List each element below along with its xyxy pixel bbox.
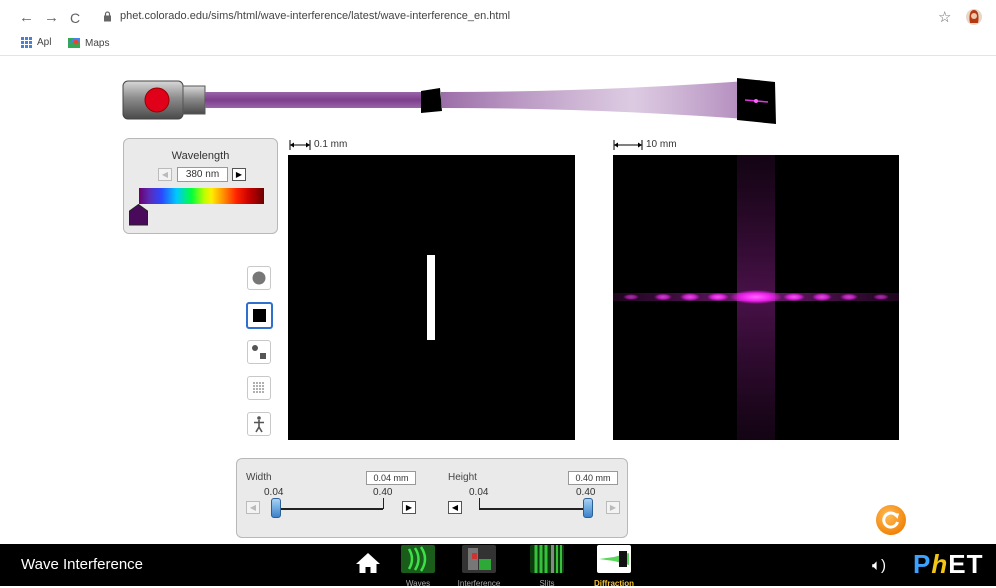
- address-bar[interactable]: phet.colorado.edu/sims/html/wave-interfe…: [120, 10, 510, 22]
- scale-bar-icon: [289, 139, 311, 150]
- central-maximum: [730, 290, 782, 304]
- back-icon[interactable]: ←: [19, 9, 34, 26]
- waves-screen-icon: [401, 545, 435, 573]
- maps-icon: [68, 38, 80, 48]
- bookmark-label: Apl: [37, 37, 52, 48]
- sim-navigation-bar: Wave Interference Waves Interference Sli…: [0, 544, 996, 588]
- shape-figure-button[interactable]: [247, 412, 271, 436]
- sound-toggle-icon[interactable]: 🔈︎): [872, 557, 886, 574]
- height-title: Height: [448, 472, 477, 483]
- rectangle-shape-icon: [253, 309, 266, 322]
- profile-avatar-icon[interactable]: [965, 8, 983, 26]
- laser-apparatus: [122, 78, 776, 124]
- width-max-label: 0.40: [373, 487, 393, 498]
- width-slider-thumb[interactable]: [271, 498, 281, 518]
- aperture-screen: [288, 155, 575, 440]
- tab-interference[interactable]: Interference: [456, 545, 502, 588]
- height-slider-track[interactable]: [479, 508, 587, 510]
- shape-lattice-button[interactable]: [247, 376, 271, 400]
- pattern-scale-label: 10 mm: [646, 139, 677, 150]
- width-decrease-button[interactable]: ◀: [246, 501, 260, 514]
- reload-icon[interactable]: C: [70, 10, 80, 26]
- fringe-order-minus-2: [707, 293, 729, 301]
- fringe-order-minus-5: [623, 294, 639, 300]
- home-icon[interactable]: [355, 551, 381, 575]
- lattice-icon: [253, 382, 264, 393]
- height-increase-button[interactable]: ▶: [606, 501, 620, 514]
- fringe-order-plus-5: [873, 294, 889, 300]
- aperture-size-panel: Width 0.04 mm 0.04 0.40 ◀ ▶ Height 0.40 …: [236, 458, 628, 538]
- height-value: 0.40 mm: [568, 471, 618, 485]
- sim-title: Wave Interference: [21, 556, 143, 573]
- forward-icon[interactable]: →: [44, 9, 59, 26]
- bookmark-apps[interactable]: Apl: [21, 37, 51, 48]
- width-value: 0.04 mm: [366, 471, 416, 485]
- wavelength-panel: Wavelength ◀ 380 nm ▶: [123, 138, 278, 234]
- fringe-order-plus-4: [840, 293, 858, 301]
- wavelength-title: Wavelength: [171, 150, 230, 162]
- tab-label: Diffraction: [594, 579, 634, 588]
- tab-label: Interference: [457, 579, 501, 588]
- tab-diffraction[interactable]: Diffraction: [591, 545, 637, 588]
- width-slider-track[interactable]: [275, 508, 383, 510]
- reset-all-button[interactable]: [876, 505, 906, 535]
- width-title: Width: [246, 472, 272, 483]
- circle-shape-icon: [252, 271, 266, 285]
- apps-grid-icon: [21, 37, 32, 48]
- bookmark-maps[interactable]: Maps: [68, 37, 109, 49]
- pattern-scale-indicator: 10 mm: [613, 139, 677, 150]
- diffraction-screen-icon: [597, 545, 631, 573]
- tab-label: Waves: [405, 579, 431, 588]
- shape-circle-button[interactable]: [247, 266, 271, 290]
- fringe-order-minus-4: [654, 293, 672, 301]
- diffraction-cone: [441, 80, 760, 120]
- slits-screen-icon: [530, 545, 564, 573]
- tab-label: Slits: [539, 579, 555, 588]
- width-min-label: 0.04: [264, 487, 284, 498]
- bookmarks-bar: Apl Maps: [0, 34, 996, 56]
- tab-slits[interactable]: Slits: [524, 545, 570, 588]
- wavelength-spectrum-slider[interactable]: [139, 188, 264, 204]
- shape-circles-button[interactable]: [247, 340, 271, 364]
- lock-icon: [104, 11, 111, 22]
- rectangular-aperture: [427, 255, 435, 340]
- bookmark-star-icon[interactable]: ☆: [938, 8, 951, 26]
- wavelength-slider-thumb[interactable]: [129, 204, 148, 226]
- wavelength-increase-button[interactable]: ▶: [232, 168, 246, 181]
- aperture-scale-label: 0.1 mm: [314, 139, 348, 150]
- interference-screen-icon: [462, 545, 496, 573]
- light-beam: [205, 92, 422, 108]
- tab-waves[interactable]: Waves: [395, 545, 441, 588]
- scale-bar-icon: [613, 139, 643, 150]
- browser-toolbar: ← → C phet.colorado.edu/sims/html/wave-i…: [0, 0, 996, 34]
- person-figure-icon: [254, 416, 264, 433]
- width-track-max-tick: [383, 498, 384, 509]
- laser-source-icon: [122, 80, 206, 120]
- width-increase-button[interactable]: ▶: [402, 501, 416, 514]
- wavelength-value: 380 nm: [177, 167, 228, 182]
- wavelength-decrease-button[interactable]: ◀: [158, 168, 172, 181]
- aperture-scale-indicator: 0.1 mm: [289, 139, 347, 150]
- height-decrease-button[interactable]: ◀: [448, 501, 462, 514]
- fringe-order-plus-2: [783, 293, 805, 301]
- aperture-block-icon: [421, 88, 442, 113]
- bookmark-label: Maps: [85, 37, 110, 49]
- fringe-order-minus-3: [680, 293, 700, 301]
- shape-rectangle-button[interactable]: [246, 302, 273, 329]
- reset-icon: [882, 511, 899, 529]
- diffraction-pattern-screen: [613, 155, 899, 440]
- height-slider-thumb[interactable]: [583, 498, 593, 518]
- fringe-order-plus-3: [812, 293, 832, 301]
- height-max-label: 0.40: [576, 487, 596, 498]
- two-shapes-icon: [252, 345, 266, 359]
- phet-logo[interactable]: PhET: [913, 549, 983, 580]
- height-min-label: 0.04: [469, 487, 489, 498]
